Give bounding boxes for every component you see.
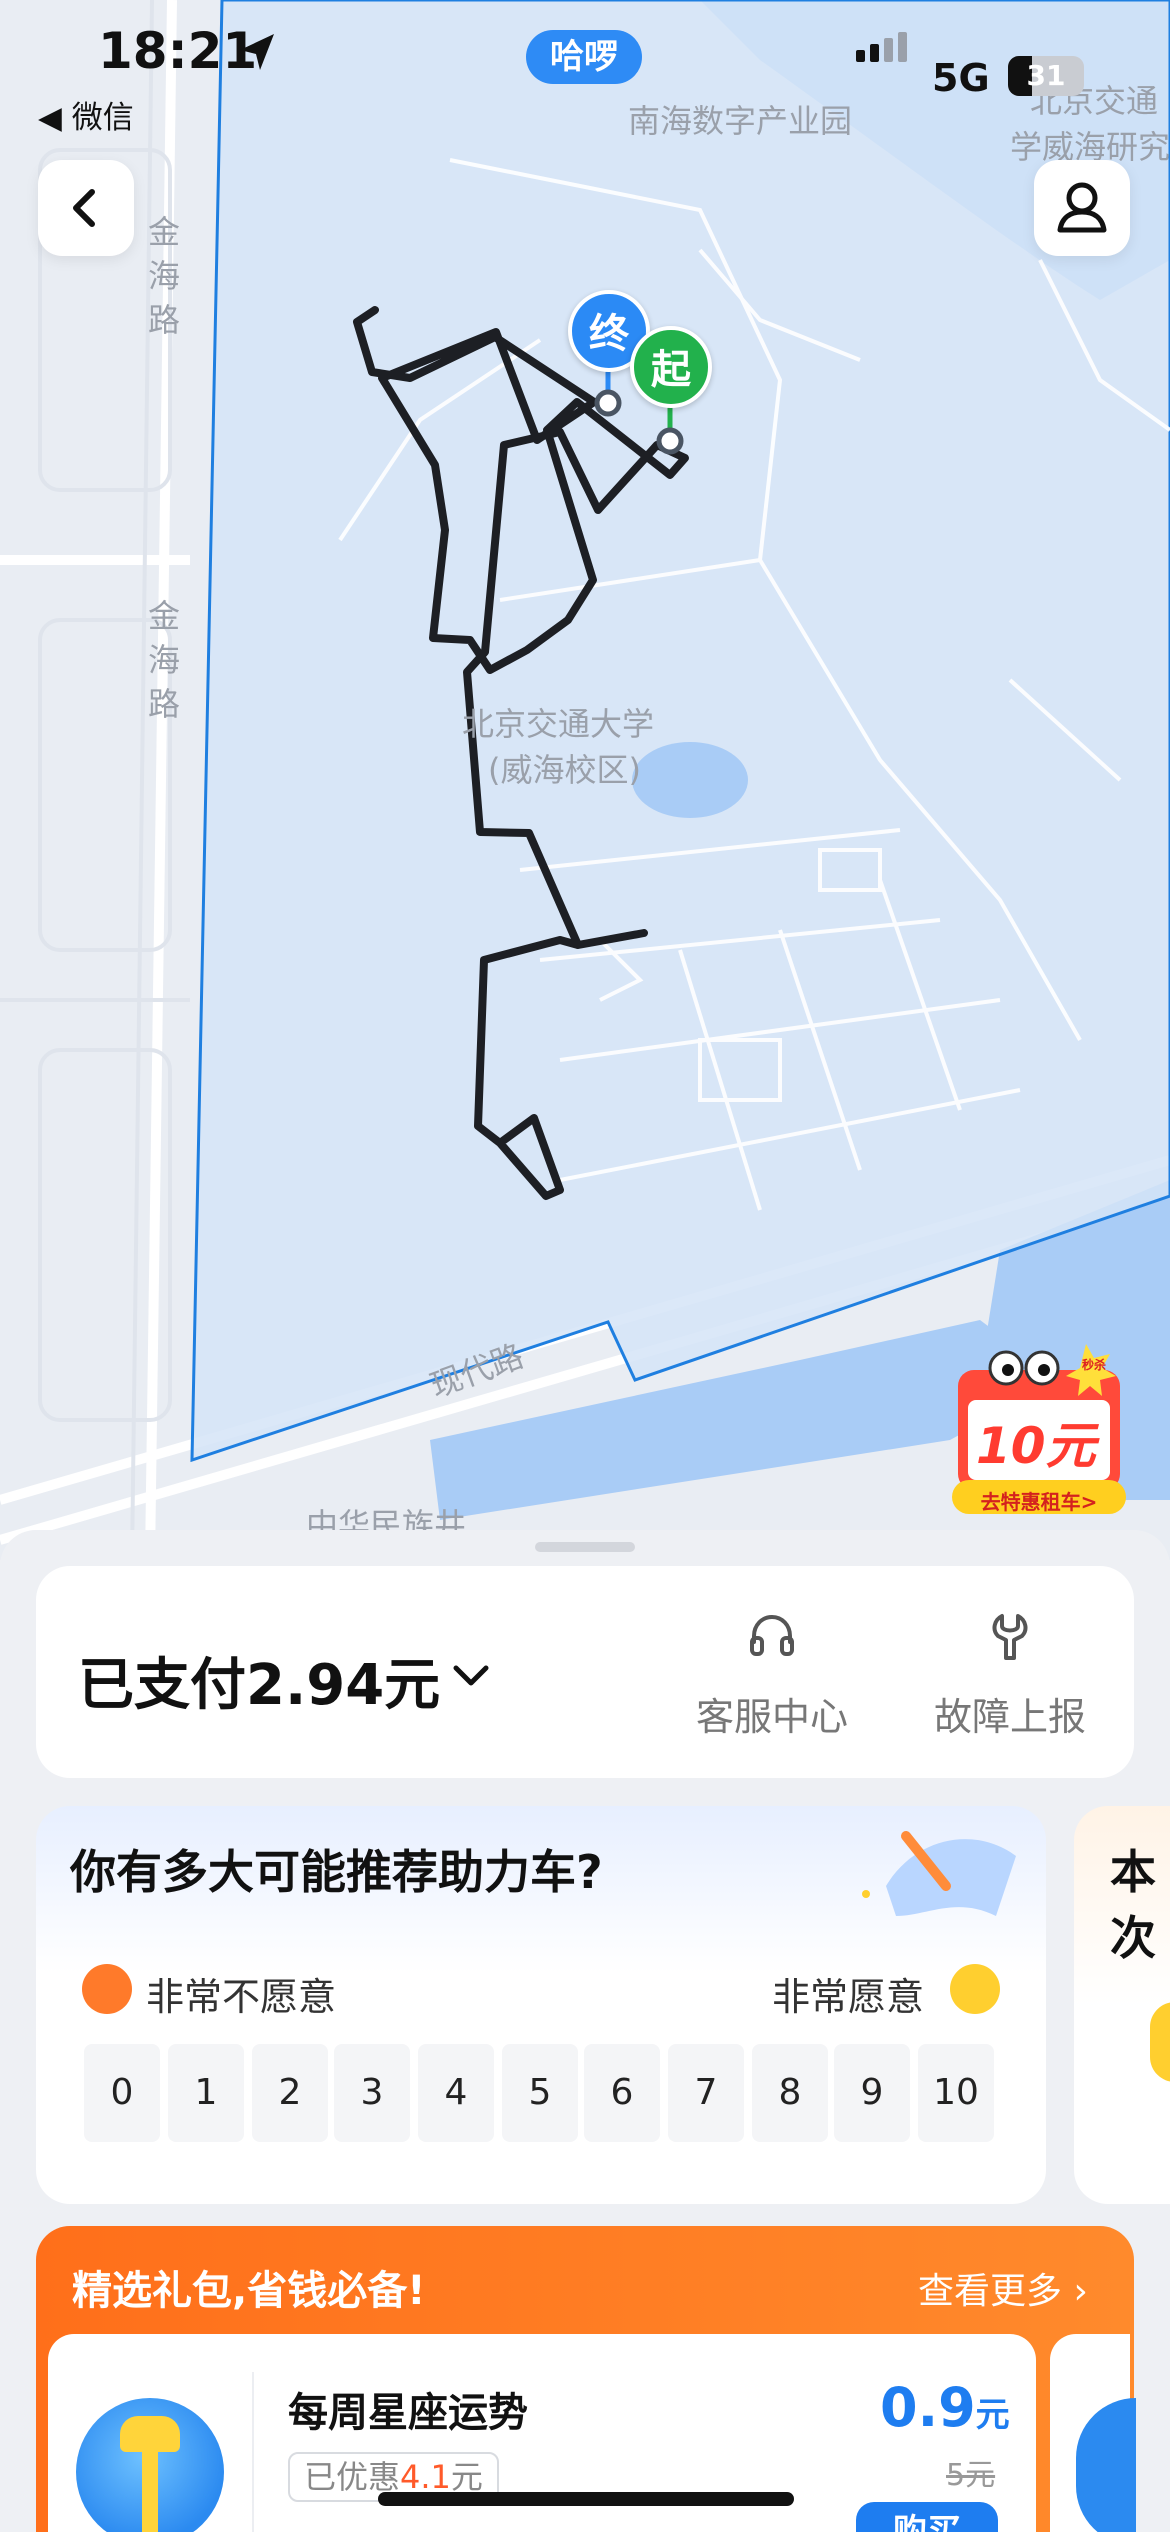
pencil-paper-icon: [862, 1831, 1016, 1916]
gift-pack-title: 精选礼包,省钱必备!: [72, 2268, 426, 2314]
campus-label-1: 北京交通大学: [462, 705, 655, 743]
angry-face-icon: [82, 1964, 132, 2014]
battery-level: 31: [1026, 59, 1066, 92]
nps-question: 你有多大可能推荐助力车?: [70, 1845, 603, 1899]
battery-icon: 31: [1008, 56, 1084, 96]
scale-high-label: 非常愿意: [772, 1975, 925, 2019]
customer-service-button[interactable]: 客服中心: [682, 1608, 862, 1741]
nps-option[interactable]: 1: [168, 2044, 244, 2142]
customer-service-label: 客服中心: [695, 1695, 848, 1739]
headset-icon: [750, 1614, 794, 1656]
profile-button[interactable]: [1034, 160, 1130, 256]
nps-option[interactable]: 9: [834, 2044, 910, 2142]
nps-option[interactable]: 4: [418, 2044, 494, 2142]
start-point-marker: 起: [630, 326, 712, 408]
original-price: 5元: [946, 2458, 996, 2493]
deal-price-value: 0.9: [880, 2376, 976, 2439]
back-to-wechat[interactable]: ◀ 微信: [38, 92, 134, 137]
nps-option[interactable]: 8: [752, 2044, 828, 2142]
home-indicator[interactable]: [378, 2492, 794, 2506]
app-pill[interactable]: 哈啰: [526, 30, 642, 84]
nps-option[interactable]: 2: [252, 2044, 328, 2142]
discount-amount: 4.1: [400, 2458, 451, 2496]
deal-title: 每周星座运势: [288, 2390, 528, 2436]
campus-label-2: (威海校区): [488, 751, 641, 789]
chevron-down-icon[interactable]: [448, 1652, 494, 1698]
ride-map[interactable]: 终 起 金 海 路 金 海 路 南海数字产业园 北京交通 学威海研究 北京交通大…: [0, 0, 1170, 1560]
promo-badge: 秒杀: [1082, 1358, 1107, 1372]
discount-tag-suffix: 元: [450, 2458, 483, 2496]
report-issue-label: 故障上报: [933, 1695, 1086, 1739]
next-survey-title: 本次: [1110, 1845, 1156, 1965]
deal-price-unit: 元: [975, 2395, 1010, 2435]
see-more-label: 查看更多: [918, 2271, 1063, 2312]
discount-tag-prefix: 已优惠: [304, 2458, 401, 2496]
nps-option[interactable]: 7: [668, 2044, 744, 2142]
chevron-right-icon: ›: [1062, 2271, 1088, 2312]
road-label-jinhai-2: 金 海 路: [148, 597, 181, 723]
survey-emoji-icon: [1150, 2002, 1170, 2082]
status-bar: 18:21 ◀ 微信 哈啰 5G 31: [0, 0, 1170, 136]
buy-button[interactable]: 购买: [856, 2502, 998, 2532]
nps-option[interactable]: 0: [84, 2044, 160, 2142]
nps-option[interactable]: 6: [584, 2044, 660, 2142]
back-button[interactable]: [38, 160, 134, 256]
nps-option[interactable]: 5: [502, 2044, 578, 2142]
sheet-drag-handle[interactable]: [535, 1542, 635, 1552]
happy-face-icon: [950, 1964, 1000, 2014]
promo-cta[interactable]: 去特惠租车>: [952, 1486, 1126, 1515]
report-issue-button[interactable]: 故障上报: [920, 1608, 1100, 1741]
road-label-jinhai-1: 金 海 路: [148, 213, 181, 339]
scale-low-label: 非常不愿意: [146, 1975, 337, 2019]
nps-option[interactable]: 3: [334, 2044, 410, 2142]
deal-divider: [252, 2372, 254, 2532]
chevron-left-icon: [73, 189, 95, 227]
network-type: 5G: [932, 56, 990, 100]
paid-amount[interactable]: 已支付2.94元: [78, 1640, 440, 1721]
status-time: 18:21: [98, 22, 258, 80]
location-arrow-icon: [240, 34, 274, 70]
deal-price: 0.9元: [880, 2376, 1010, 2439]
wrench-icon: [992, 1614, 1028, 1660]
nps-option[interactable]: 10: [918, 2044, 994, 2142]
discount-promo-sticker[interactable]: 秒杀 10元 去特惠租车>: [946, 1340, 1132, 1520]
promo-amount: 10元: [976, 1417, 1096, 1475]
see-more-link[interactable]: 查看更多 ›: [918, 2262, 1088, 2314]
user-icon: [1057, 182, 1107, 233]
